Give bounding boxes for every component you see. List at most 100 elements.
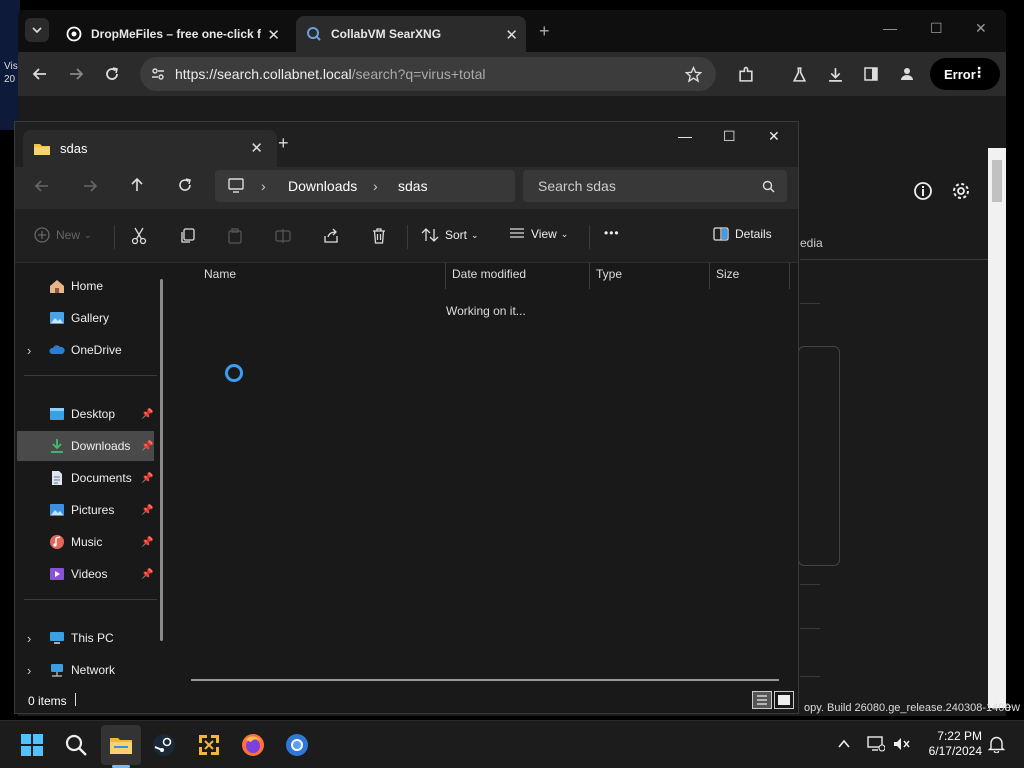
firefox-icon[interactable]	[241, 733, 265, 757]
nav-item-videos[interactable]: Videos 📌	[17, 559, 154, 589]
monitor-icon[interactable]	[228, 178, 244, 193]
nav-item-network[interactable]: › Network	[17, 655, 154, 685]
up-arrow-icon[interactable]	[129, 177, 145, 193]
column-divider[interactable]	[709, 263, 710, 289]
minimize-button[interactable]: —	[883, 20, 897, 36]
column-divider[interactable]	[589, 263, 590, 289]
remote-desktop-icon[interactable]	[197, 733, 221, 757]
browser-tab-dropmefiles[interactable]: DropMeFiles – free one-click fi ✕	[56, 16, 288, 52]
address-bar[interactable]: https://search.collabnet.local/search?q=…	[140, 57, 716, 91]
browser-tab-searxng[interactable]: CollabVM SearXNG ✕	[296, 16, 526, 52]
trash-icon[interactable]	[371, 228, 387, 244]
column-header-date-modified[interactable]: Date modified	[452, 267, 526, 281]
search-icon[interactable]	[64, 733, 88, 757]
back-button[interactable]	[30, 64, 50, 84]
side-panel-button[interactable]	[861, 64, 881, 84]
paste-icon[interactable]	[227, 228, 243, 244]
maximize-button[interactable]: ☐	[930, 20, 943, 37]
breadcrumb-separator-icon[interactable]: ›	[373, 178, 378, 194]
expand-chevron-icon[interactable]: ›	[27, 631, 31, 646]
windows-start-icon[interactable]	[20, 733, 44, 757]
profile-button[interactable]	[897, 64, 917, 84]
expand-chevron-icon[interactable]: ›	[27, 343, 31, 358]
extensions-button[interactable]	[736, 64, 756, 84]
details-view-button[interactable]	[752, 691, 772, 709]
notification-bell-icon[interactable]	[988, 735, 1005, 753]
explorer-minimize-button[interactable]: —	[678, 128, 692, 144]
reload-icon	[106, 67, 118, 80]
breadcrumb-separator-icon[interactable]: ›	[261, 178, 266, 194]
media-tab-label[interactable]: edia	[800, 236, 823, 250]
explorer-tab[interactable]: sdas ✕	[23, 130, 277, 167]
view-button[interactable]: View ⌄	[509, 227, 568, 241]
sort-button[interactable]: Sort ⌄	[421, 227, 479, 243]
horizontal-scrollbar[interactable]	[191, 679, 779, 681]
nav-item-documents[interactable]: Documents 📌	[17, 463, 154, 493]
tab-search-button[interactable]	[25, 18, 49, 42]
clock[interactable]: 7:22 PM 6/17/2024	[920, 729, 982, 759]
chromium-icon[interactable]	[285, 733, 309, 757]
download-icon	[828, 67, 842, 82]
desktop-text: ew	[1004, 700, 1020, 714]
nav-item-this-pc[interactable]: › This PC	[17, 623, 154, 653]
nav-item-desktop[interactable]: Desktop 📌	[17, 399, 154, 429]
tab-close-button[interactable]: ✕	[267, 26, 280, 44]
nav-item-music[interactable]: Music 📌	[17, 527, 154, 557]
new-button[interactable]: New ⌄	[34, 227, 92, 243]
nav-item-onedrive[interactable]: › OneDrive	[17, 335, 154, 365]
column-header-type[interactable]: Type	[596, 267, 622, 281]
see-more-button[interactable]: •••	[604, 226, 620, 240]
file-explorer-icon[interactable]	[109, 733, 133, 757]
network-status-icon[interactable]	[867, 736, 885, 752]
breadcrumb-downloads[interactable]: Downloads	[288, 178, 357, 194]
nav-item-gallery[interactable]: Gallery	[17, 303, 154, 333]
explorer-search-input[interactable]: Search sdas	[523, 170, 787, 202]
volume-muted-icon[interactable]	[893, 736, 911, 752]
nav-item-pictures[interactable]: Pictures 📌	[17, 495, 154, 525]
nav-item-home[interactable]: Home	[17, 271, 154, 301]
explorer-maximize-button[interactable]: ☐	[723, 128, 736, 145]
cut-icon[interactable]	[131, 227, 147, 245]
new-tab-button[interactable]: +	[539, 21, 550, 42]
back-arrow-icon[interactable]	[34, 178, 50, 194]
site-info-icon[interactable]	[150, 66, 166, 82]
downloads-folder-icon	[51, 439, 63, 453]
explorer-tab-close-button[interactable]: ✕	[250, 139, 263, 157]
explorer-new-tab-button[interactable]: +	[278, 133, 289, 154]
column-header-size[interactable]: Size	[716, 267, 739, 281]
loading-status-text: Working on it...	[446, 304, 526, 318]
breadcrumb-sdas[interactable]: sdas	[398, 178, 428, 194]
rename-icon[interactable]	[275, 228, 291, 244]
gear-icon[interactable]	[951, 181, 971, 201]
expand-chevron-icon[interactable]: ›	[27, 663, 31, 678]
tab-close-button[interactable]: ✕	[505, 26, 518, 44]
scrollbar-thumb[interactable]	[992, 160, 1002, 202]
close-button[interactable]: ✕	[975, 20, 987, 37]
tiles-view-button[interactable]	[774, 691, 794, 709]
forward-arrow-icon[interactable]	[82, 178, 98, 194]
bookmark-star-icon[interactable]	[685, 66, 702, 83]
forward-button[interactable]	[66, 64, 86, 84]
nav-item-downloads[interactable]: Downloads 📌	[17, 431, 154, 461]
page-scrollbar[interactable]	[988, 148, 1006, 708]
column-header-name[interactable]: Name	[204, 267, 236, 281]
downloads-button[interactable]	[825, 64, 845, 84]
browser-menu-button[interactable]: ⋮	[972, 64, 986, 81]
chevron-up-icon[interactable]	[837, 737, 851, 751]
share-icon[interactable]	[323, 228, 339, 244]
labs-button[interactable]	[789, 64, 809, 84]
steam-icon[interactable]	[152, 733, 176, 757]
profile-error-button[interactable]: Error ⋮	[930, 58, 1000, 90]
explorer-close-button[interactable]: ✕	[768, 128, 780, 145]
column-divider[interactable]	[445, 263, 446, 289]
divider	[24, 599, 157, 600]
info-icon[interactable]	[913, 181, 933, 201]
reload-button[interactable]	[102, 64, 122, 84]
divider	[800, 259, 988, 260]
nav-pane-scrollbar[interactable]	[160, 279, 163, 641]
column-divider[interactable]	[789, 263, 790, 289]
refresh-icon[interactable]	[177, 177, 193, 193]
address-breadcrumb[interactable]: › Downloads › sdas	[215, 170, 515, 202]
details-pane-button[interactable]: Details	[713, 227, 772, 241]
copy-icon[interactable]	[179, 228, 195, 244]
